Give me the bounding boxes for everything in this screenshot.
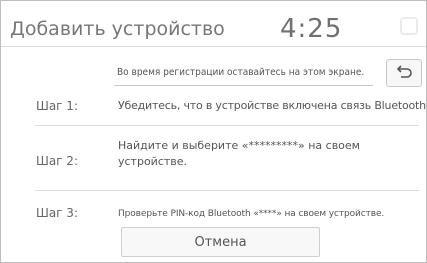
page-title: Добавить устройство: [10, 18, 225, 40]
back-button[interactable]: [386, 59, 422, 87]
clock: 4:25: [280, 14, 343, 44]
registration-notice: Во время регистрации оставайтесь на этом…: [114, 61, 373, 86]
back-arrow-icon: [396, 65, 412, 78]
cancel-button[interactable]: Отмена: [121, 227, 320, 257]
add-device-screen: Добавить устройство 4:25 Во время регист…: [0, 0, 427, 263]
step-1-text: Убедитесь, что в устройстве включена свя…: [118, 99, 427, 112]
step-3-text: Проверьте PIN-код Bluetooth «****» на св…: [118, 209, 385, 219]
status-icon: [398, 15, 420, 37]
step-divider: [35, 125, 419, 126]
header-divider: [1, 46, 426, 47]
step-2-text: Найдите и выберите «*********» на своем …: [118, 139, 360, 168]
step-1-label: Шаг 1:: [36, 99, 78, 113]
step-2-label: Шаг 2:: [36, 154, 78, 168]
step-3-label: Шаг 3:: [36, 206, 78, 220]
step-divider: [35, 190, 419, 191]
